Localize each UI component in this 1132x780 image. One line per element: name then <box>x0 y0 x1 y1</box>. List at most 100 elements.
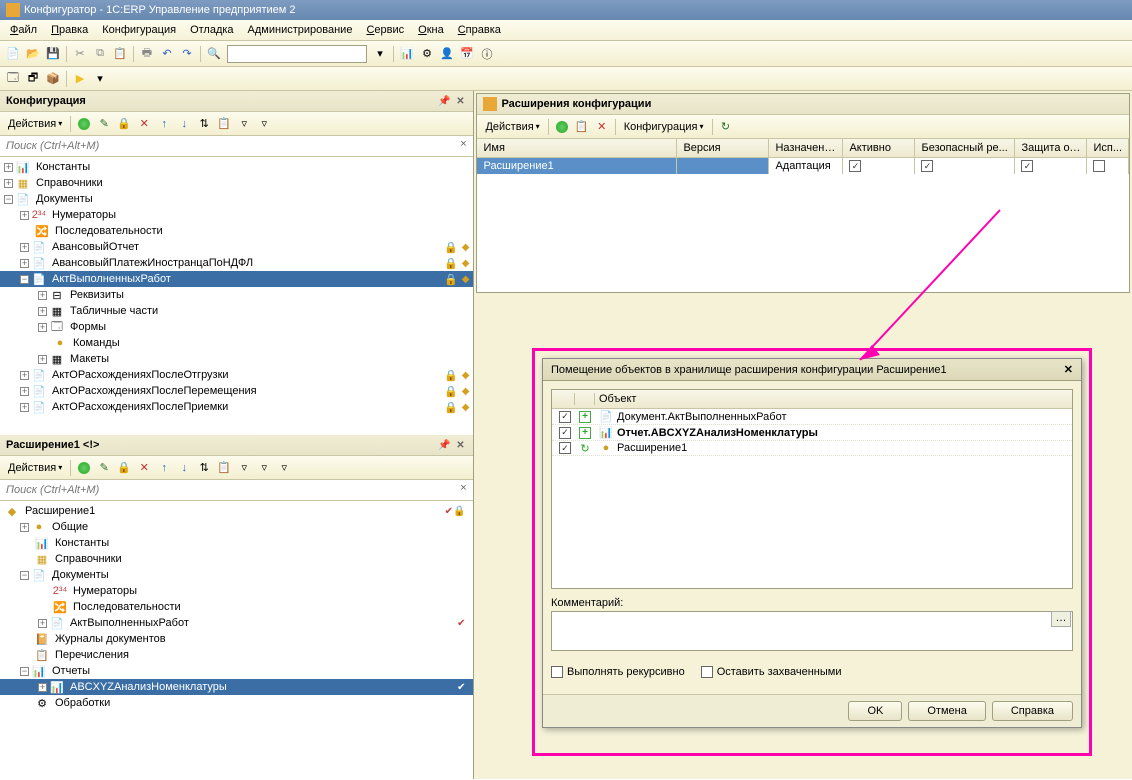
checkbox[interactable]: ✓ <box>921 160 933 172</box>
help-icon[interactable]: ⓘ <box>478 45 496 63</box>
pin-icon[interactable]: 📌 <box>437 438 451 452</box>
tree-tabparts[interactable]: Табличные части <box>68 305 160 317</box>
close-icon[interactable]: ✕ <box>1064 363 1073 376</box>
keep-checkbox[interactable]: Оставить захваченными <box>701 666 842 678</box>
expand-icon[interactable]: + <box>579 427 591 439</box>
tool-b-icon[interactable]: ⚙ <box>418 45 436 63</box>
col-safe[interactable]: Безопасный ре... <box>915 139 1015 157</box>
checkbox[interactable]: ✓ <box>559 427 571 439</box>
col-active[interactable]: Активно <box>843 139 915 157</box>
down-icon[interactable]: ↓ <box>175 115 193 133</box>
delete-icon[interactable]: ✕ <box>135 115 153 133</box>
clear-search-icon[interactable]: × <box>455 138 471 154</box>
cut-icon[interactable]: ✂ <box>71 45 89 63</box>
tree-akt[interactable]: АктВыполненныхРабот <box>50 273 173 285</box>
ext-journals[interactable]: Журналы документов <box>53 633 168 645</box>
object-row[interactable]: ✓ + 📊Отчет.ABCXYZАнализНоменклатуры <box>552 425 1072 441</box>
ext-search-input[interactable] <box>2 482 455 498</box>
ext-enums[interactable]: Перечисления <box>53 649 131 661</box>
config-tree[interactable]: +📊Константы +▦Справочники −📄Документы +2… <box>0 157 473 435</box>
refresh-icon[interactable]: ↻ <box>717 118 735 136</box>
ext-sequences[interactable]: Последовательности <box>71 601 183 613</box>
tree-forms[interactable]: Формы <box>68 321 108 333</box>
col-purpose[interactable]: Назначение <box>769 139 843 157</box>
checkbox[interactable]: ✓ <box>559 442 571 454</box>
clear-search-icon[interactable]: × <box>455 482 471 498</box>
col-protect[interactable]: Защита от... <box>1015 139 1087 157</box>
tree-sequences[interactable]: Последовательности <box>53 225 165 237</box>
filter3-icon[interactable]: ▿ <box>275 459 293 477</box>
config-search-input[interactable] <box>2 138 455 154</box>
tree-disc1[interactable]: АктОРасхожденияхПослеОтгрузки <box>50 369 231 381</box>
edit-icon[interactable]: ✎ <box>95 115 113 133</box>
recursive-checkbox[interactable]: Выполнять рекурсивно <box>551 666 685 678</box>
open-icon[interactable]: 📂 <box>24 45 42 63</box>
new-icon[interactable]: 📄 <box>4 45 22 63</box>
up-icon[interactable]: ↑ <box>155 115 173 133</box>
search-icon[interactable]: 🔍 <box>205 45 223 63</box>
search-input[interactable] <box>227 45 367 63</box>
tree-disc3[interactable]: АктОРасхожденияхПослеПриемки <box>50 401 230 413</box>
ext-abc[interactable]: ABCXYZАнализНоменклатуры <box>68 681 229 693</box>
ok-button[interactable]: OK <box>848 701 902 721</box>
print-icon[interactable]: 🖶 <box>138 45 156 63</box>
filter2-icon[interactable]: ▿ <box>255 115 273 133</box>
menu-edit[interactable]: Правка <box>45 22 94 38</box>
tree-documents[interactable]: Документы <box>34 193 95 205</box>
edit-icon[interactable]: ✎ <box>95 459 113 477</box>
help-button[interactable]: Справка <box>992 701 1073 721</box>
ext-reports[interactable]: Отчеты <box>50 665 92 677</box>
delete-icon[interactable]: ✕ <box>593 118 611 136</box>
tree-advpay[interactable]: АвансовыйПлатежИностранцаПоНДФЛ <box>50 257 255 269</box>
filter-icon[interactable]: ▿ <box>235 115 253 133</box>
tb2-b-icon[interactable]: 🗗 <box>24 70 42 88</box>
props-icon[interactable]: 📋 <box>573 118 591 136</box>
ext-constants[interactable]: Константы <box>53 537 111 549</box>
tree-disc2[interactable]: АктОРасхожденияхПослеПеремещения <box>50 385 259 397</box>
actions-button[interactable]: Действия <box>481 120 543 134</box>
table-row[interactable]: Расширение1 Адаптация ✓ ✓ ✓ <box>477 158 1129 174</box>
object-row[interactable]: ✓ + 📄Документ.АктВыполненныхРабот <box>552 409 1072 425</box>
add-icon[interactable] <box>75 115 93 133</box>
dropdown-icon[interactable]: ▾ <box>371 45 389 63</box>
props-icon[interactable]: 📋 <box>215 459 233 477</box>
close-icon[interactable]: ✕ <box>453 438 467 452</box>
lock-icon[interactable]: 🔒 <box>115 115 133 133</box>
ellipsis-button[interactable]: … <box>1051 611 1071 627</box>
tree-catalogs[interactable]: Справочники <box>34 177 105 189</box>
actions-button[interactable]: Действия <box>4 117 66 131</box>
col-name[interactable]: Имя <box>477 139 677 157</box>
tree-requisites[interactable]: Реквизиты <box>68 289 126 301</box>
menu-help[interactable]: Справка <box>452 22 507 38</box>
menu-service[interactable]: Сервис <box>360 22 410 38</box>
sort-icon[interactable]: ⇅ <box>195 115 213 133</box>
delete-icon[interactable]: ✕ <box>135 459 153 477</box>
checkbox[interactable]: ✓ <box>849 160 861 172</box>
ext-tree[interactable]: ◆Расширение1✔🔒 +●Общие 📊Константы ▦Справ… <box>0 501 473 779</box>
pin-icon[interactable]: 📌 <box>437 94 451 108</box>
lock-icon[interactable]: 🔒 <box>115 459 133 477</box>
up-icon[interactable]: ↑ <box>155 459 173 477</box>
tree-constants[interactable]: Константы <box>34 161 92 173</box>
config-dropdown[interactable]: Конфигурация <box>620 120 708 134</box>
ext-numerators[interactable]: Нумераторы <box>71 585 139 597</box>
actions-button[interactable]: Действия <box>4 461 66 475</box>
checkbox[interactable]: ✓ <box>1021 160 1033 172</box>
expand-icon[interactable]: + <box>579 411 591 423</box>
tree-numerators[interactable]: Нумераторы <box>50 209 118 221</box>
checkbox[interactable]: ✓ <box>559 411 571 423</box>
ext-root[interactable]: Расширение1 <box>23 505 97 517</box>
ext-catalogs[interactable]: Справочники <box>53 553 124 565</box>
close-icon[interactable]: ✕ <box>453 94 467 108</box>
cancel-button[interactable]: Отмена <box>908 701 985 721</box>
run-icon[interactable]: ▶ <box>71 70 89 88</box>
ext-akt[interactable]: АктВыполненныхРабот <box>68 617 191 629</box>
ext-documents[interactable]: Документы <box>50 569 111 581</box>
tool-c-icon[interactable]: 👤 <box>438 45 456 63</box>
tb2-a-icon[interactable]: 🗔 <box>4 70 22 88</box>
save-icon[interactable]: 💾 <box>44 45 62 63</box>
menu-admin[interactable]: Администрирование <box>242 22 359 38</box>
ext-processing[interactable]: Обработки <box>53 697 112 709</box>
tool-d-icon[interactable]: 📅 <box>458 45 476 63</box>
ext-common[interactable]: Общие <box>50 521 90 533</box>
